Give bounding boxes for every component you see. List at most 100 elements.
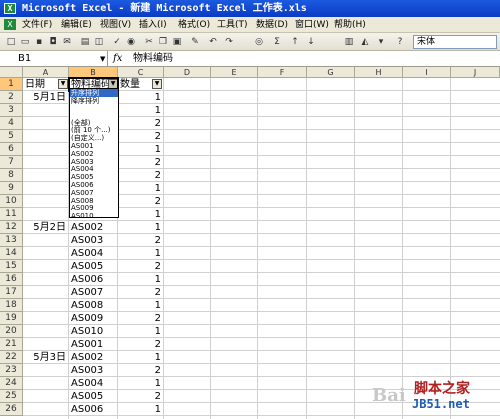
row-header[interactable]: 8 — [0, 169, 23, 182]
row-header[interactable]: 3 — [0, 104, 23, 117]
material-code-cell[interactable]: AS003 — [71, 234, 117, 247]
date-cell[interactable]: 5月3日 — [23, 351, 69, 364]
menu-view[interactable]: 视图(V) — [100, 19, 131, 31]
quantity-cell[interactable]: 2 — [118, 312, 164, 325]
filter-value-option[interactable]: AS004 — [70, 165, 118, 173]
row-header[interactable]: 18 — [0, 299, 23, 312]
quantity-cell[interactable]: 1 — [118, 351, 164, 364]
date-cell[interactable]: 5月1日 — [23, 91, 69, 104]
help-icon[interactable]: ? — [393, 35, 407, 49]
hyperlink-icon[interactable]: ◎ — [252, 35, 266, 49]
row-header[interactable]: 19 — [0, 312, 23, 325]
font-name-box[interactable]: 宋体 — [413, 35, 497, 49]
filter-button-a[interactable]: ▼ — [58, 79, 68, 89]
row-header[interactable]: 16 — [0, 273, 23, 286]
menu-insert[interactable]: 插入(I) — [139, 19, 167, 31]
menu-tools[interactable]: 工具(T) — [217, 19, 248, 31]
quantity-cell[interactable]: 1 — [118, 377, 164, 390]
column-header-h[interactable]: H — [355, 67, 403, 78]
filter-value-option[interactable]: AS002 — [70, 150, 118, 158]
quantity-cell[interactable]: 1 — [118, 143, 164, 156]
sort-descending-option[interactable]: 降序排列 — [70, 97, 118, 105]
save-icon[interactable]: ▪ — [32, 35, 46, 49]
autofilter-dropdown[interactable]: 升序排列 降序排列 (全部) (前 10 个...) (自定义...) AS00… — [69, 88, 119, 218]
row-header[interactable]: 17 — [0, 286, 23, 299]
quantity-cell[interactable]: 2 — [118, 338, 164, 351]
material-code-cell[interactable]: AS005 — [71, 390, 117, 403]
quantity-cell[interactable]: 1 — [118, 325, 164, 338]
material-code-cell[interactable]: AS008 — [71, 299, 117, 312]
undo-icon[interactable]: ↶ — [206, 35, 220, 49]
print-preview-icon[interactable]: ◫ — [92, 35, 106, 49]
row-header[interactable]: 7 — [0, 156, 23, 169]
quantity-cell[interactable]: 2 — [118, 234, 164, 247]
material-code-cell[interactable]: AS004 — [71, 377, 117, 390]
autosum-icon[interactable]: Σ — [270, 35, 284, 49]
filter-value-option[interactable]: AS007 — [70, 189, 118, 197]
paste-icon[interactable]: ▣ — [170, 35, 184, 49]
permission-icon[interactable]: ◘ — [46, 35, 60, 49]
row-header[interactable]: 21 — [0, 338, 23, 351]
row-header[interactable]: 10 — [0, 195, 23, 208]
quantity-cell[interactable]: 1 — [118, 299, 164, 312]
row-header[interactable]: 23 — [0, 364, 23, 377]
column-header-i[interactable]: I — [403, 67, 451, 78]
drawing-icon[interactable]: ◭ — [358, 35, 372, 49]
print-icon[interactable]: ▤ — [78, 35, 92, 49]
column-header-f[interactable]: F — [258, 67, 307, 78]
material-code-cell[interactable]: AS005 — [71, 260, 117, 273]
quantity-cell[interactable]: 1 — [118, 208, 164, 221]
copy-icon[interactable]: ❐ — [156, 35, 170, 49]
quantity-cell[interactable]: 2 — [118, 195, 164, 208]
column-header-c[interactable]: C — [118, 67, 164, 78]
row-header[interactable]: 20 — [0, 325, 23, 338]
sort-ascending-option[interactable]: 升序排列 — [70, 89, 118, 97]
insert-function-icon[interactable]: fx — [113, 51, 122, 66]
column-header-g[interactable]: G — [307, 67, 355, 78]
filter-button-c[interactable]: ▼ — [152, 79, 162, 89]
filter-value-option[interactable]: AS006 — [70, 181, 118, 189]
menu-file[interactable]: 文件(F) — [22, 19, 52, 31]
material-code-cell[interactable]: AS001 — [71, 338, 117, 351]
row-header[interactable]: 14 — [0, 247, 23, 260]
redo-icon[interactable]: ↷ — [222, 35, 236, 49]
quantity-cell[interactable]: 1 — [118, 104, 164, 117]
material-code-cell[interactable]: AS007 — [71, 286, 117, 299]
quantity-cell[interactable]: 2 — [118, 130, 164, 143]
row-header[interactable]: 15 — [0, 260, 23, 273]
quantity-cell[interactable]: 2 — [118, 117, 164, 130]
chart-wizard-icon[interactable]: ▥ — [342, 35, 356, 49]
column-header-a[interactable]: A — [23, 67, 69, 78]
quantity-cell[interactable]: 1 — [118, 273, 164, 286]
row-header[interactable]: 6 — [0, 143, 23, 156]
filter-value-option[interactable]: AS010 — [70, 212, 118, 217]
quantity-cell[interactable]: 2 — [118, 260, 164, 273]
select-all-corner[interactable] — [0, 67, 23, 78]
material-code-cell[interactable]: AS003 — [71, 364, 117, 377]
material-code-cell[interactable]: AS006 — [71, 273, 117, 286]
quantity-cell[interactable]: 2 — [118, 390, 164, 403]
new-icon[interactable]: □ — [4, 35, 18, 49]
name-box[interactable]: B1 — [0, 51, 108, 66]
filter-value-option[interactable]: AS009 — [70, 204, 118, 212]
row-header[interactable]: 9 — [0, 182, 23, 195]
menu-format[interactable]: 格式(O) — [178, 19, 210, 31]
material-code-cell[interactable]: AS009 — [71, 312, 117, 325]
filter-value-option[interactable]: AS003 — [70, 158, 118, 166]
material-code-cell[interactable]: AS004 — [71, 247, 117, 260]
filter-value-option[interactable]: AS008 — [70, 197, 118, 205]
quantity-cell[interactable]: 1 — [118, 182, 164, 195]
formula-input[interactable]: 物料编码 — [133, 51, 173, 66]
quantity-cell[interactable]: 1 — [118, 221, 164, 234]
row-header[interactable]: 22 — [0, 351, 23, 364]
column-header-e[interactable]: E — [211, 67, 258, 78]
material-code-cell[interactable]: AS002 — [71, 351, 117, 364]
material-code-cell[interactable]: AS006 — [71, 403, 117, 416]
row-header[interactable]: 4 — [0, 117, 23, 130]
research-icon[interactable]: ◉ — [124, 35, 138, 49]
material-code-cell[interactable]: AS002 — [71, 221, 117, 234]
column-header-j[interactable]: J — [451, 67, 500, 78]
quantity-cell[interactable]: 2 — [118, 286, 164, 299]
cut-icon[interactable]: ✂ — [142, 35, 156, 49]
menu-data[interactable]: 数据(D) — [256, 19, 288, 31]
